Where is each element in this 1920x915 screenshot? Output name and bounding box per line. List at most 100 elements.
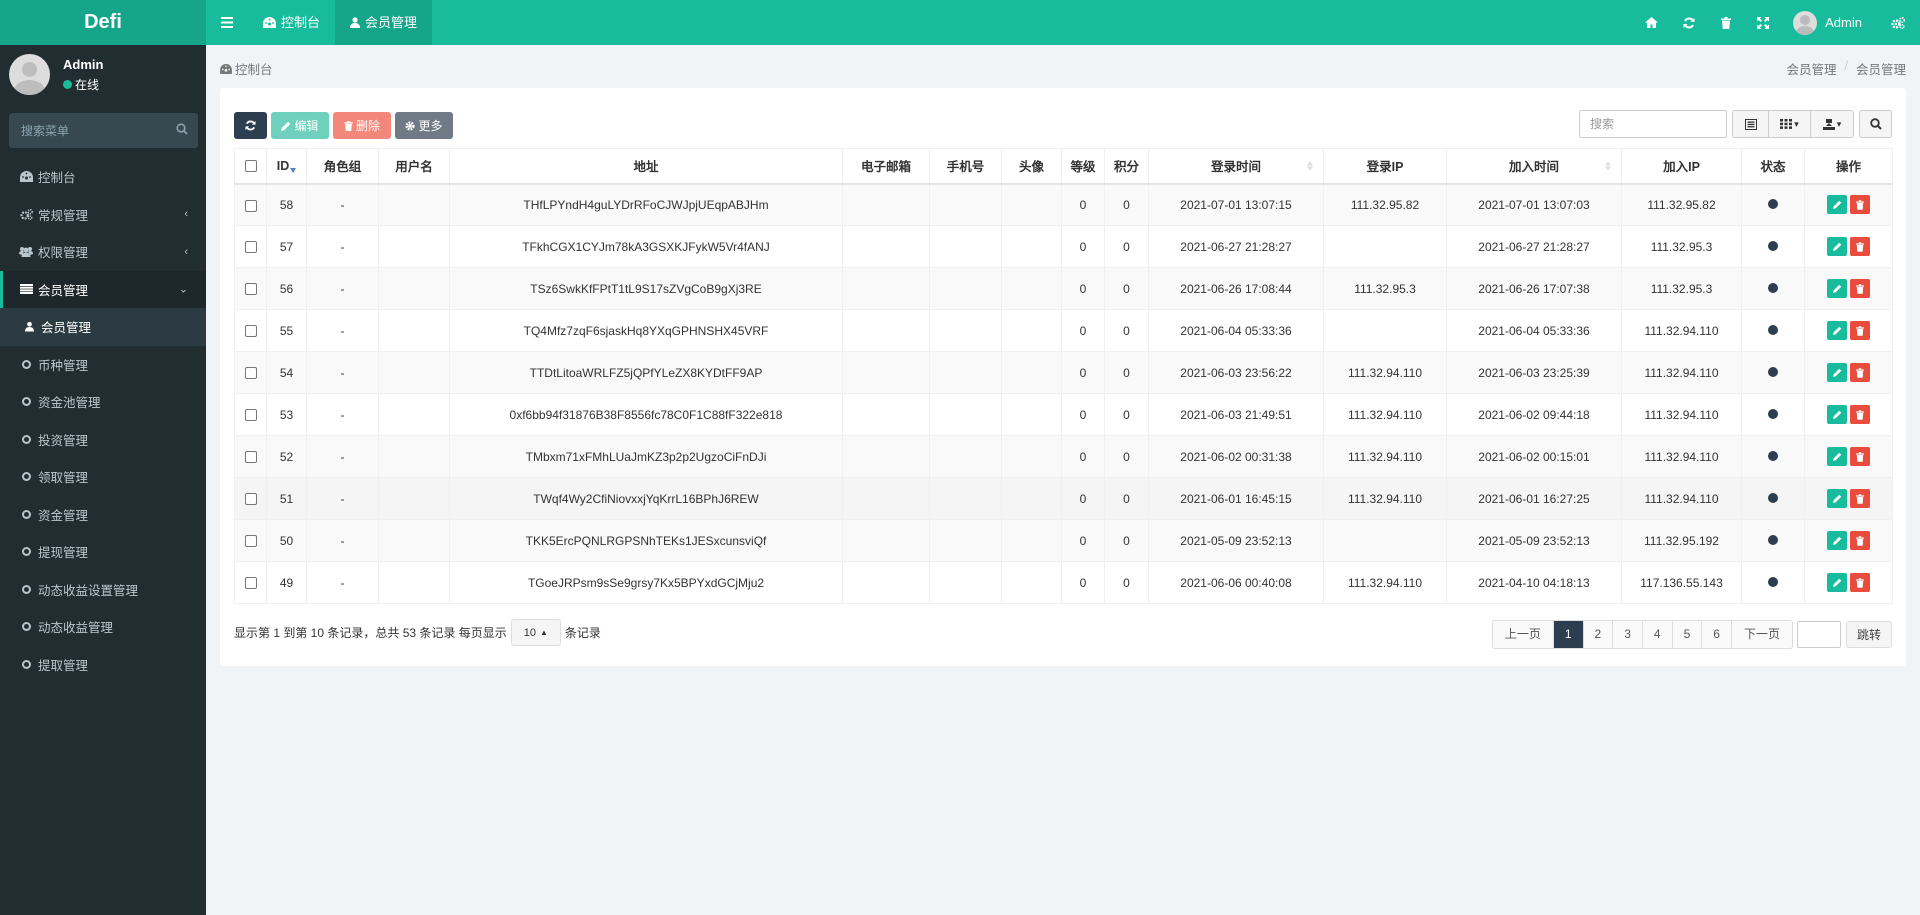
breadcrumb-item[interactable]: 会员管理 [1786,59,1836,78]
jump-button[interactable]: 跳转 [1845,621,1892,648]
delete-button[interactable]: 删除 [333,112,391,139]
cell-login-ip[interactable]: 111.32.94.110 [1323,351,1447,394]
cell-join-ip[interactable]: 111.32.94.110 [1621,351,1742,394]
row-edit-button[interactable] [1827,237,1847,256]
cell-login-ip[interactable]: 111.32.95.82 [1323,183,1447,226]
home-button[interactable] [1633,0,1670,45]
row-checkbox[interactable] [244,241,257,254]
sidebar-item-claim[interactable]: 领取管理 [0,458,206,496]
sidebar-item-withdraw[interactable]: 提现管理 [0,533,206,571]
row-delete-button[interactable] [1850,321,1870,340]
cell-login-ip[interactable]: 111.32.94.110 [1323,393,1447,436]
cell-login-ip[interactable]: 111.32.94.110 [1323,561,1447,604]
tab-member-management[interactable]: 会员管理 [335,0,433,45]
sidebar-item-funds[interactable]: 资金管理 [0,496,206,534]
cell-join-ip[interactable]: 111.32.94.110 [1621,435,1742,478]
select-all-checkbox[interactable] [244,160,257,173]
sidebar-item-currency[interactable]: 币种管理 [0,346,206,384]
fullscreen-button[interactable] [1744,0,1781,45]
table-row[interactable]: 51- TWqf4Wy2CfiNiovxxjYqKrrL16BPhJ6REW 0 0 2… [234,477,1893,520]
cell-login-ip[interactable]: 111.32.94.110 [1323,435,1447,478]
page-button-4[interactable]: 4 [1642,621,1673,648]
page-button-3[interactable]: 3 [1613,621,1643,648]
row-delete-button[interactable] [1850,237,1870,256]
sidebar-item-permissions[interactable]: 权限管理 ‹ [0,233,206,271]
row-edit-button[interactable] [1827,405,1847,424]
jump-page-input[interactable] [1796,621,1841,648]
refresh-button[interactable] [1670,0,1707,45]
row-edit-button[interactable] [1827,321,1847,340]
more-button[interactable]: 更多 [395,112,453,139]
sidebar-item-dashboard[interactable]: 控制台 [0,158,206,196]
app-logo[interactable]: Defi [0,0,206,45]
column-header-join-time[interactable]: 加入时间 [1446,148,1622,185]
table-row[interactable]: 57- TFkhCGX1CYJm78kA3GSXKJFykW5Vr4fANJ 0 0 2… [234,225,1893,268]
row-edit-button[interactable] [1827,573,1847,592]
row-delete-button[interactable] [1850,489,1870,508]
cell-login-ip[interactable]: 111.32.95.3 [1323,267,1447,310]
sidebar-item-extract[interactable]: 提取管理 [0,646,206,684]
column-header-login-time[interactable]: 登录时间 [1148,148,1324,185]
row-edit-button[interactable] [1827,447,1847,466]
search-icon[interactable] [176,123,188,135]
cell-join-ip[interactable]: 111.32.94.110 [1621,309,1742,352]
sidebar-item-members[interactable]: 会员管理 [0,308,206,346]
table-row[interactable]: 52- TMbxm71xFMhLUaJmKZ3p2p2UgzoCiFnDJi 0 0 2… [234,435,1893,478]
row-checkbox[interactable] [244,451,257,464]
page-button-2[interactable]: 2 [1583,621,1614,648]
page-size-dropdown[interactable]: 10 ▲ [510,619,561,646]
export-dropdown-button[interactable]: ▾ [1811,111,1853,137]
prev-page-button[interactable]: 上一页 [1492,621,1554,648]
cell-join-ip[interactable]: 111.32.95.3 [1621,225,1742,268]
refresh-button[interactable] [234,112,267,139]
page-button-6[interactable]: 6 [1702,621,1732,648]
user-menu[interactable]: Admin [1781,0,1876,45]
sidebar-item-members-group[interactable]: 会员管理 ⌄ [0,270,206,308]
table-row[interactable]: 50- TKK5ErcPQNLRGPSNhTEKs1JESxcunsviQf 0 0 2… [234,519,1893,562]
row-delete-button[interactable] [1850,279,1870,298]
table-search-input[interactable] [1579,110,1727,138]
cell-join-ip[interactable]: 111.32.94.110 [1621,477,1742,520]
row-delete-button[interactable] [1850,405,1870,424]
table-row[interactable]: 49- TGoeJRPsm9sSe9grsy7Kx5BPYxdGCjMju2 0 0 2… [234,561,1893,604]
sidebar-item-pool[interactable]: 资金池管理 [0,383,206,421]
row-checkbox[interactable] [244,577,257,590]
cell-join-ip[interactable]: 111.32.94.110 [1621,393,1742,436]
cell-join-ip[interactable]: 111.32.95.82 [1621,183,1742,226]
cell-join-ip[interactable]: 111.32.95.192 [1621,519,1742,562]
row-delete-button[interactable] [1850,363,1870,382]
row-checkbox[interactable] [244,493,257,506]
column-header-id[interactable]: ID [266,148,307,185]
row-checkbox[interactable] [244,409,257,422]
row-checkbox[interactable] [244,199,257,212]
tab-dashboard[interactable]: 控制台 [248,0,335,45]
columns-dropdown-button[interactable]: ▾ [1769,111,1811,137]
row-edit-button[interactable] [1827,489,1847,508]
row-edit-button[interactable] [1827,363,1847,382]
page-button-5[interactable]: 5 [1672,621,1703,648]
row-edit-button[interactable] [1827,531,1847,550]
breadcrumb-dashboard[interactable]: 控制台 [220,59,273,78]
row-checkbox[interactable] [244,367,257,380]
sidebar-item-investment[interactable]: 投资管理 [0,421,206,459]
advanced-search-button[interactable] [1859,110,1892,138]
table-row[interactable]: 58- THfLPYndH4guLYDrRFoCJWJpjUEqpABJHm 0 0 2… [234,183,1893,226]
table-row[interactable]: 54- TTDtLitoaWRLFZ5jQPfYLeZX8KYDtFF9AP 0 0 2… [234,351,1893,394]
sidebar-item-general[interactable]: 常规管理 ‹ [0,196,206,234]
row-edit-button[interactable] [1827,279,1847,298]
table-row[interactable]: 55- TQ4Mfz7zqF6sjaskHq8YXqGPHNSHX45VRF 0 0 2… [234,309,1893,352]
sidebar-toggle-button[interactable] [206,0,248,45]
row-delete-button[interactable] [1850,195,1870,215]
next-page-button[interactable]: 下一页 [1731,621,1792,648]
row-edit-button[interactable] [1827,195,1847,215]
row-delete-button[interactable] [1850,447,1870,466]
table-row[interactable]: 56- TSz6SwkKfFPtT1tL9S17sZVgCoB9gXj3RE 0 0 2… [234,267,1893,310]
clear-cache-button[interactable] [1707,0,1744,45]
cell-join-ip[interactable]: 117.136.55.143 [1621,561,1742,604]
row-checkbox[interactable] [244,325,257,338]
sidebar-item-dynamic-income[interactable]: 动态收益管理 [0,608,206,646]
sidebar-item-dynamic-settings[interactable]: 动态收益设置管理 [0,571,206,609]
table-row[interactable]: 53- 0xf6bb94f31876B38F8556fc78C0F1C88fF32… [234,393,1893,436]
row-delete-button[interactable] [1850,531,1870,550]
edit-button[interactable]: 编辑 [271,112,329,139]
